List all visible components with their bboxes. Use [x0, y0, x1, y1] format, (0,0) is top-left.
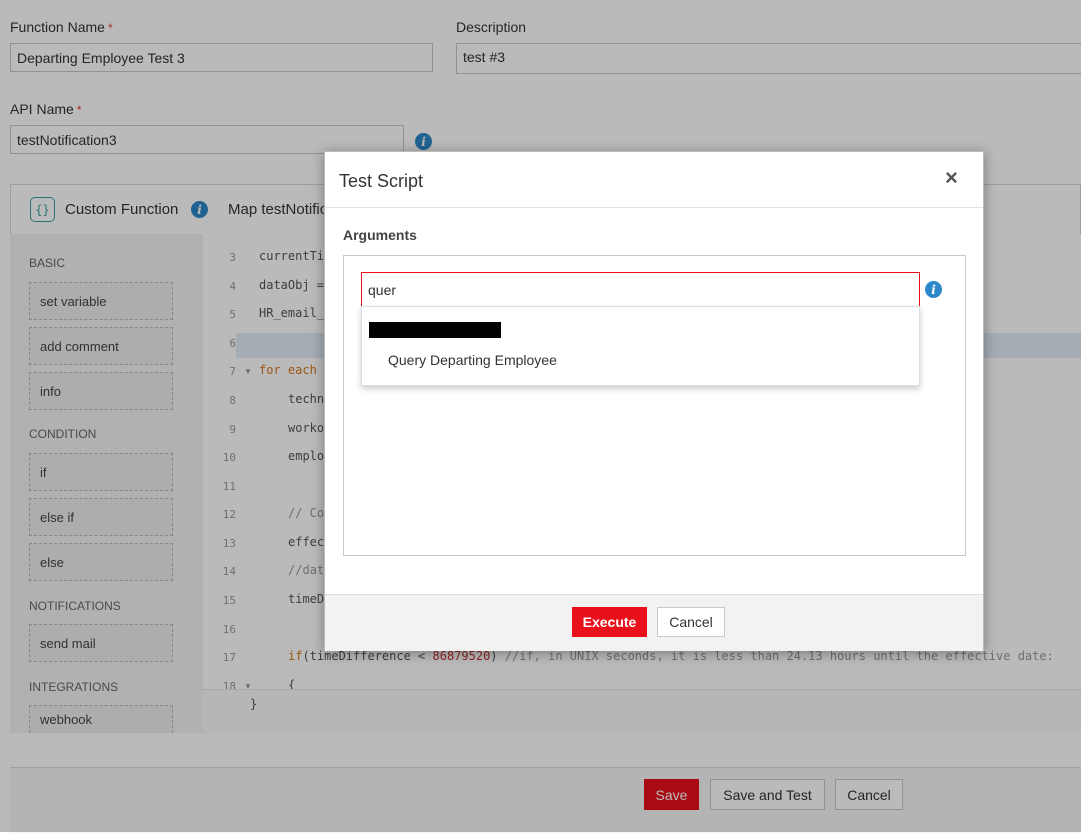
execute-button[interactable]: Execute [572, 607, 647, 637]
suggestion-item[interactable]: Query Departing Employee [388, 352, 557, 368]
argument-input[interactable]: quer [361, 272, 920, 307]
modal-header-divider [325, 207, 983, 208]
suggestion-dropdown: Query Departing Employee [361, 306, 920, 386]
argument-info-icon[interactable]: i [925, 281, 942, 298]
arguments-label: Arguments [343, 227, 417, 243]
modal-title: Test Script [339, 171, 424, 191]
redacted-block [369, 322, 501, 338]
arguments-box: quer i Query Departing Employee [343, 255, 966, 556]
argument-input-value: quer [368, 281, 397, 298]
close-icon[interactable]: × [945, 165, 958, 191]
modal-cancel-button[interactable]: Cancel [657, 607, 725, 637]
modal-footer [325, 594, 983, 651]
test-script-modal: Test Script × Arguments quer i Query Dep… [324, 151, 984, 651]
